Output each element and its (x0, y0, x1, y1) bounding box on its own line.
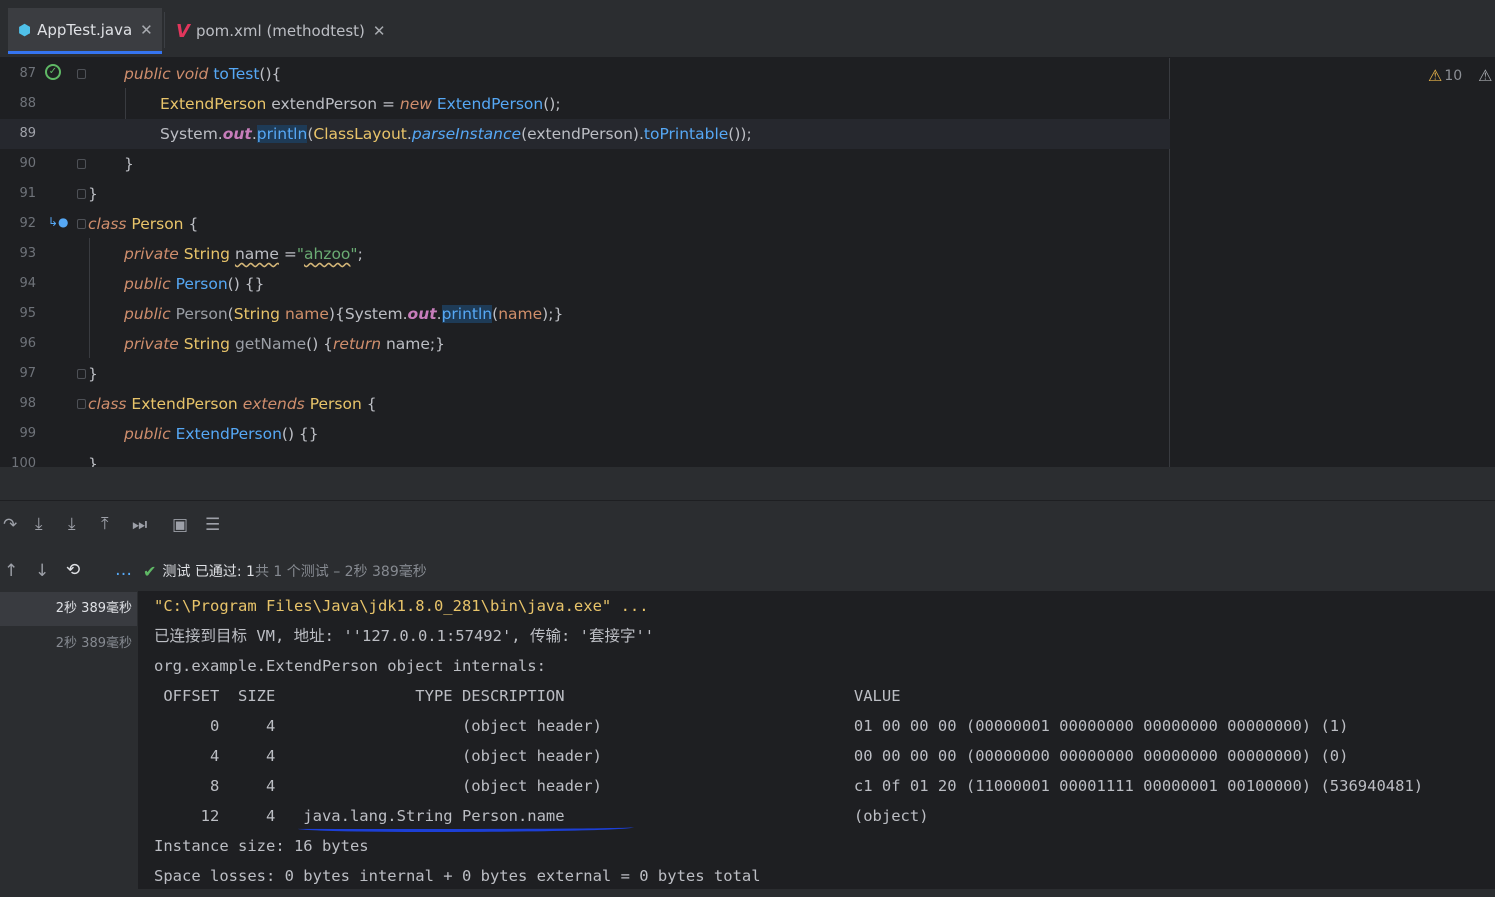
fold-icon[interactable] (77, 369, 86, 379)
line-number: 87 (19, 66, 36, 81)
test-passed-icon[interactable]: ✓ (45, 64, 61, 80)
trace-list-icon[interactable]: ☰ (205, 515, 220, 535)
console-line: OFFSET SIZE TYPE DESCRIPTION VALUE (154, 687, 901, 705)
test-tree-item[interactable]: 2秒 389毫秒 (0, 592, 137, 626)
test-tree: 2秒 389毫秒 2秒 389毫秒 (0, 591, 137, 897)
code-line-current[interactable]: 89 System.out.println(ClassLayout.parseI… (0, 119, 1170, 149)
line-number: 97 (19, 366, 36, 381)
console-line: 8 4 (object header) c1 0f 01 20 (1100000… (154, 777, 1424, 795)
tab-apptest-java[interactable]: ⬢ AppTest.java ✕ (8, 8, 162, 54)
history-icon[interactable]: ⟲ (66, 560, 80, 580)
line-number: 98 (19, 396, 36, 411)
line-number: 100 (11, 456, 36, 467)
line-number: 94 (19, 276, 36, 291)
run-to-cursor-icon[interactable]: ⏭ (132, 515, 147, 535)
evaluate-expression-icon[interactable]: ▣ (172, 515, 188, 535)
close-icon[interactable]: ✕ (140, 21, 153, 39)
code-line[interactable]: 100 } (0, 449, 1170, 467)
test-status: ✔ 测试 已通过: 1 共 1 个测试 – 2秒 389毫秒 (143, 561, 427, 581)
inspection-widget[interactable]: ⚠ 10 ⚠ (1428, 66, 1495, 85)
fold-icon[interactable] (77, 69, 86, 79)
code-line[interactable]: 95 public Person(String name){System.out… (0, 299, 1170, 329)
console-line: org.example.ExtendPerson object internal… (154, 657, 546, 675)
code-line[interactable]: 90 } (0, 149, 1170, 179)
line-number: 99 (19, 426, 36, 441)
test-results-toolbar: ↑ ↓ ⟲ … ✔ 测试 已通过: 1 共 1 个测试 – 2秒 389毫秒 (0, 551, 1495, 591)
warning-count: 10 (1444, 67, 1463, 84)
arrow-down-icon[interactable]: ↓ (35, 561, 49, 581)
step-into-icon[interactable]: ⤓ (35, 514, 43, 534)
fold-icon[interactable] (77, 219, 86, 229)
java-class-icon: ⬢ (18, 20, 32, 39)
tab-pom-xml[interactable]: V pom.xml (methodtest) ✕ (170, 8, 388, 54)
tab-label: pom.xml (methodtest) (195, 22, 365, 40)
test-detail: 共 1 个测试 – 2秒 389毫秒 (254, 564, 427, 580)
maven-icon: V (176, 20, 190, 42)
code-line[interactable]: 98 class ExtendPerson extends Person { (0, 389, 1170, 419)
console-line: 已连接到目标 VM, 地址: ''127.0.0.1:57492', 传输: '… (154, 627, 655, 645)
editor-tab-bar: ⬢ AppTest.java ✕ V pom.xml (methodtest) … (0, 0, 1495, 58)
console-line: Space losses: 0 bytes internal + 0 bytes… (154, 867, 761, 885)
arrow-up-icon[interactable]: ↑ (4, 561, 18, 581)
console-line: 4 4 (object header) 00 00 00 00 (0000000… (154, 747, 1349, 765)
inheritor-icon[interactable]: ↳● (48, 215, 69, 229)
test-passed-label: 测试 已通过: 1 (162, 564, 255, 580)
line-number: 90 (19, 156, 36, 171)
line-number: 91 (19, 186, 36, 201)
line-number: 96 (19, 336, 36, 351)
code-line[interactable]: 94 public Person() {} (0, 269, 1170, 299)
line-number: 92 (19, 216, 36, 231)
code-line[interactable]: 88 ExtendPerson extendPerson = new Exten… (0, 89, 1170, 119)
console-line: 0 4 (object header) 01 00 00 00 (0000000… (154, 717, 1349, 735)
code-line[interactable]: 87 ✓ public void toTest(){ (0, 59, 1170, 89)
fold-icon[interactable] (77, 189, 86, 199)
tab-divider (164, 12, 165, 48)
step-over-icon[interactable]: ↷ (3, 515, 17, 535)
code-editor[interactable]: 87 ✓ public void toTest(){ 88 ExtendPers… (0, 58, 1495, 467)
code-line[interactable]: 92 ↳● class Person { (0, 209, 1170, 239)
tab-label: AppTest.java (37, 20, 133, 39)
check-circle-icon: ✔ (143, 561, 157, 581)
code-line[interactable]: 97 } (0, 359, 1170, 389)
warning-icon: ⚠ (1478, 66, 1493, 85)
line-number: 93 (19, 246, 36, 261)
test-tree-item[interactable]: 2秒 389毫秒 (0, 627, 137, 661)
force-step-into-icon[interactable]: ⤓ (68, 514, 76, 534)
step-out-icon[interactable]: ⤒ (101, 514, 109, 534)
line-number: 89 (19, 126, 36, 141)
console-line: Instance size: 16 bytes (154, 837, 369, 855)
code-line[interactable]: 93 private String name ="ahzoo"; (0, 239, 1170, 269)
bottom-tool-strip (0, 889, 1495, 897)
panel-splitter[interactable] (0, 467, 1495, 501)
code-line[interactable]: 99 public ExtendPerson() {} (0, 419, 1170, 449)
fold-icon[interactable] (77, 399, 86, 409)
console-output[interactable]: "C:\Program Files\Java\jdk1.8.0_281\bin\… (138, 591, 1495, 897)
warning-icon: ⚠ (1428, 66, 1443, 85)
line-number: 88 (19, 96, 36, 111)
console-line: "C:\Program Files\Java\jdk1.8.0_281\bin\… (154, 597, 649, 615)
fold-icon[interactable] (77, 159, 86, 169)
more-icon[interactable]: … (115, 560, 132, 580)
close-icon[interactable]: ✕ (373, 22, 386, 40)
line-number: 95 (19, 306, 36, 321)
code-line[interactable]: 91 } (0, 179, 1170, 209)
debug-toolbar: ↷ ⤓ ⤓ ⤒ ⏭ ▣ ☰ (0, 502, 1495, 548)
code-line[interactable]: 96 private String getName() {return name… (0, 329, 1170, 359)
